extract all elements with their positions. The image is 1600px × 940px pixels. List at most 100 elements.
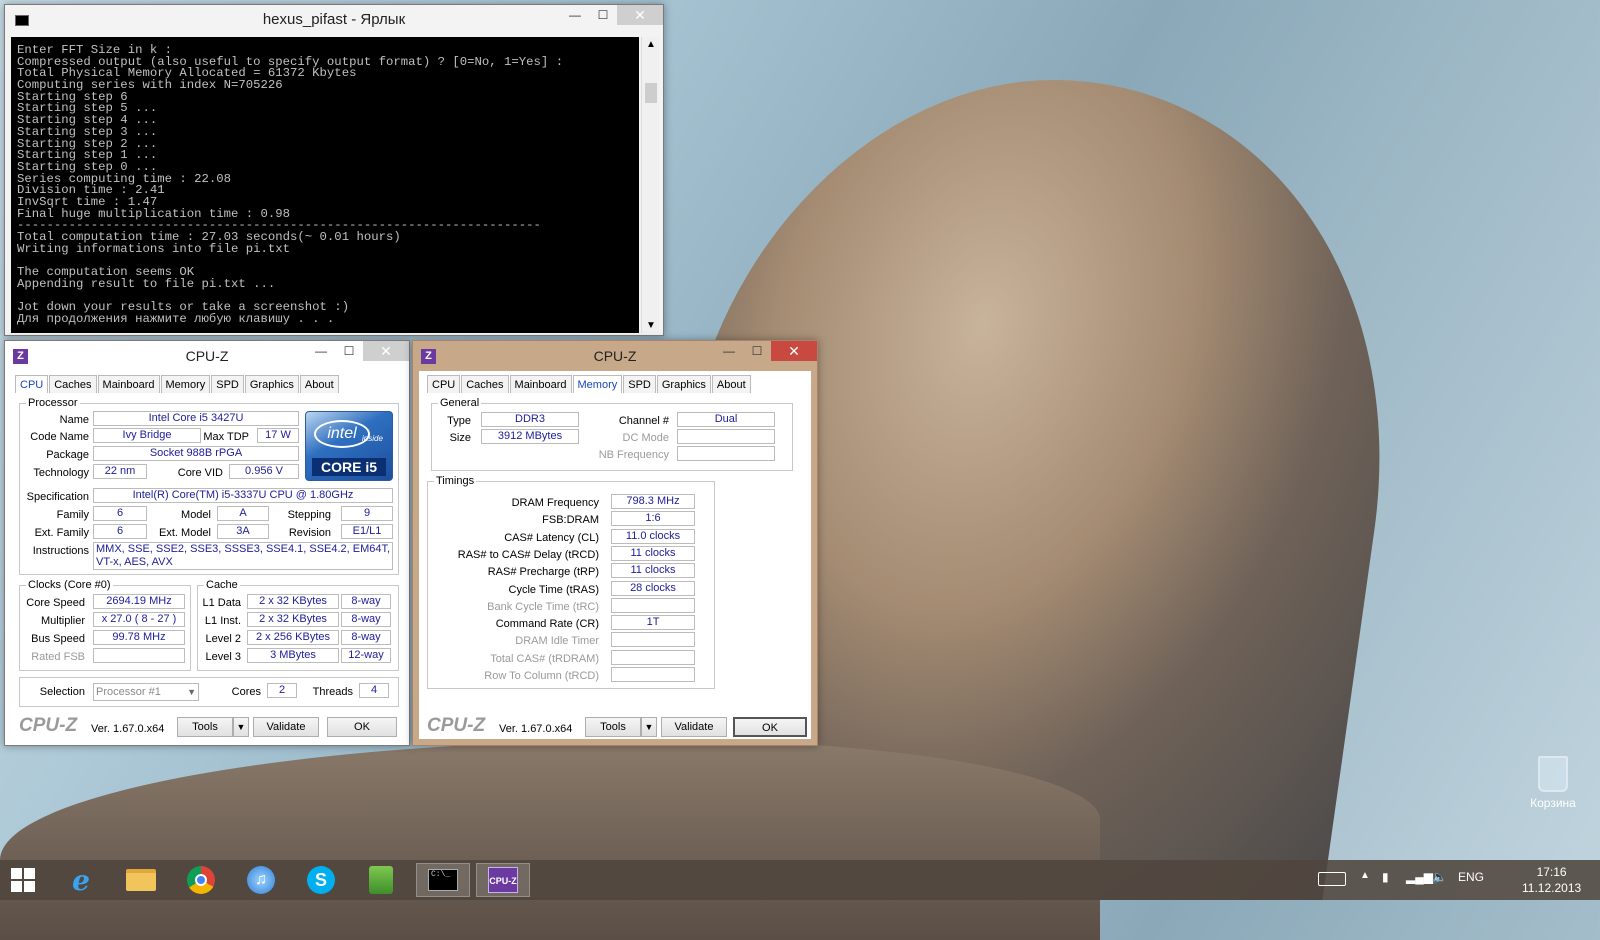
selection-label: Selection bbox=[39, 686, 85, 698]
specification-value: Intel(R) Core(TM) i5-3337U CPU @ 1.80GHz bbox=[93, 488, 393, 503]
ok-button[interactable]: OK bbox=[733, 717, 807, 737]
level3-ways: 12-way bbox=[341, 648, 391, 663]
tab-memory[interactable]: Memory bbox=[572, 375, 623, 393]
tab-spd[interactable]: SPD bbox=[211, 375, 244, 393]
intel-core-text: CORE i5 bbox=[312, 458, 386, 476]
app-taskbar-button[interactable] bbox=[356, 863, 406, 897]
cpuz-footer-logo: CPU-Z bbox=[19, 715, 78, 736]
start-button[interactable] bbox=[0, 863, 46, 897]
tab-memory[interactable]: Memory bbox=[160, 375, 211, 393]
maximize-button[interactable]: ☐ bbox=[589, 5, 617, 25]
console-line: Для продолжения нажмите любую клавишу . … bbox=[17, 311, 335, 326]
threads-value: 4 bbox=[359, 683, 389, 698]
tools-button[interactable]: Tools bbox=[585, 717, 641, 737]
version-text: Ver. 1.67.0.x64 bbox=[499, 723, 573, 735]
cpuz-titlebar[interactable]: Z CPU-Z — ☐ ✕ bbox=[413, 341, 817, 371]
tools-dropdown-button[interactable]: ▼ bbox=[233, 717, 249, 737]
console-scrollbar[interactable]: ▲ ▼ bbox=[641, 37, 659, 333]
level2-ways: 8-way bbox=[341, 630, 391, 645]
name-value: Intel Core i5 3427U bbox=[93, 411, 299, 426]
internet-explorer-taskbar-button[interactable]: e bbox=[56, 863, 106, 897]
timing-value: 798.3 MHz bbox=[611, 494, 695, 509]
tools-button[interactable]: Tools bbox=[177, 717, 233, 737]
tab-cpu[interactable]: CPU bbox=[15, 375, 49, 393]
skype-icon: S bbox=[307, 866, 335, 894]
tab-about[interactable]: About bbox=[299, 375, 339, 393]
keyboard-icon[interactable] bbox=[1318, 872, 1346, 886]
processor-legend: Processor bbox=[26, 397, 80, 409]
maximize-button[interactable]: ☐ bbox=[335, 341, 363, 361]
timing-label: Bank Cycle Time (tRC) bbox=[487, 600, 599, 613]
dcmode-value bbox=[677, 429, 775, 444]
minimize-button[interactable]: — bbox=[561, 5, 589, 25]
skype-taskbar-button[interactable]: S bbox=[296, 863, 346, 897]
tab-spd[interactable]: SPD bbox=[623, 375, 656, 393]
extfamily-value: 6 bbox=[93, 524, 147, 539]
ratedfsb-label: Rated FSB bbox=[31, 651, 85, 663]
timing-label: CAS# Latency (CL) bbox=[504, 531, 599, 544]
volume-muted-icon[interactable]: 🔈 bbox=[1432, 870, 1447, 884]
show-hidden-icons-button[interactable]: ▲ bbox=[1360, 870, 1370, 881]
chrome-taskbar-button[interactable] bbox=[176, 863, 226, 897]
ie-icon: e bbox=[72, 863, 90, 897]
timing-value: 28 clocks bbox=[611, 580, 695, 596]
minimize-button[interactable]: — bbox=[715, 341, 743, 361]
extfamily-label: Ext. Family bbox=[34, 527, 89, 539]
signal-icon[interactable]: ▂▄▆ bbox=[1406, 870, 1433, 884]
tab-caches[interactable]: Caches bbox=[461, 375, 509, 393]
timing-value: 11 clocks bbox=[611, 545, 695, 561]
scroll-thumb[interactable] bbox=[645, 83, 657, 103]
cmd-taskbar-button[interactable]: C:\_ bbox=[416, 863, 470, 897]
level3-label: Level 3 bbox=[205, 651, 241, 663]
scroll-up-icon[interactable]: ▲ bbox=[646, 39, 656, 50]
tab-cpu[interactable]: CPU bbox=[427, 375, 461, 393]
maxtdp-value: 17 W bbox=[257, 428, 299, 443]
tab-graphics[interactable]: Graphics bbox=[244, 375, 299, 393]
processor-select[interactable]: Processor #1 ▼ bbox=[93, 683, 199, 701]
family-label: Family bbox=[56, 509, 89, 521]
console-output[interactable]: Enter FFT Size in k : Compressed output (… bbox=[11, 37, 639, 333]
power-icon[interactable]: ▮ bbox=[1382, 870, 1389, 884]
ok-button[interactable]: OK bbox=[327, 717, 397, 737]
timing-label: RAS# to CAS# Delay (tRCD) bbox=[457, 548, 599, 561]
recycle-bin-shortcut[interactable]: Корзина bbox=[1528, 756, 1578, 810]
validate-button[interactable]: Validate bbox=[253, 717, 319, 737]
stepping-label: Stepping bbox=[287, 509, 331, 521]
validate-button[interactable]: Validate bbox=[661, 717, 727, 737]
close-button[interactable]: ✕ bbox=[363, 341, 409, 361]
chevron-down-icon: ▼ bbox=[644, 722, 654, 732]
model-value: A bbox=[217, 506, 269, 521]
tab-graphics[interactable]: Graphics bbox=[656, 375, 711, 393]
cpuz-tabs: CPU Caches Mainboard Memory SPD Graphics… bbox=[427, 375, 752, 393]
scroll-down-icon[interactable]: ▼ bbox=[646, 320, 656, 331]
tab-mainboard[interactable]: Mainboard bbox=[509, 375, 572, 393]
system-clock[interactable]: 17:16 11.12.2013 bbox=[1522, 864, 1581, 896]
close-button[interactable]: ✕ bbox=[617, 5, 663, 25]
ratedfsb-value bbox=[93, 648, 185, 663]
tab-caches[interactable]: Caches bbox=[49, 375, 97, 393]
maximize-button[interactable]: ☐ bbox=[743, 341, 771, 361]
console-titlebar[interactable]: hexus_pifast - Ярлык — ☐ ✕ bbox=[5, 5, 663, 35]
itunes-taskbar-button[interactable]: ♫ bbox=[236, 863, 286, 897]
multiplier-value: x 27.0 ( 8 - 27 ) bbox=[93, 612, 185, 627]
timing-label: DRAM Frequency bbox=[511, 497, 599, 509]
chevron-down-icon[interactable]: ▼ bbox=[187, 684, 196, 700]
cpuz-icon: CPU-Z bbox=[488, 867, 518, 893]
tools-dropdown-button[interactable]: ▼ bbox=[641, 717, 657, 737]
tab-mainboard[interactable]: Mainboard bbox=[97, 375, 160, 393]
l1data-ways: 8-way bbox=[341, 594, 391, 609]
windows-logo-icon bbox=[11, 868, 35, 892]
cores-value: 2 bbox=[267, 683, 297, 698]
tab-about[interactable]: About bbox=[711, 375, 751, 393]
chrome-icon bbox=[187, 866, 215, 894]
timing-label: Row To Column (tRCD) bbox=[484, 670, 599, 682]
minimize-button[interactable]: — bbox=[307, 341, 335, 361]
timing-label: RAS# Precharge (tRP) bbox=[487, 566, 599, 579]
cpuz-taskbar-button[interactable]: CPU-Z bbox=[476, 863, 530, 897]
file-explorer-taskbar-button[interactable] bbox=[116, 863, 166, 897]
tools-app-icon bbox=[369, 866, 393, 894]
close-button[interactable]: ✕ bbox=[771, 341, 817, 361]
timing-value bbox=[611, 649, 695, 665]
cpuz-titlebar[interactable]: Z CPU-Z — ☐ ✕ bbox=[5, 341, 409, 371]
language-indicator[interactable]: ENG bbox=[1458, 870, 1484, 884]
